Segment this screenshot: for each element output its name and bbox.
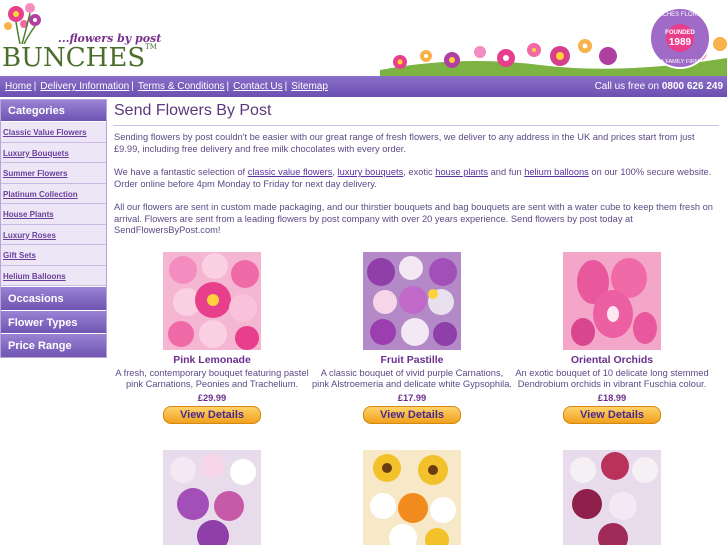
product-price: £18.99 <box>597 392 627 403</box>
selection-paragraph: We have a fantastic selection of classic… <box>114 167 714 190</box>
top-nav-bar: Home | Delivery Information | Terms & Cond… <box>0 76 727 97</box>
sidebar-item-helium-balloons[interactable]: Helium Balloons <box>1 265 106 286</box>
sidebar-flower-types[interactable]: Flower Types <box>1 309 106 333</box>
product-description: A classic bouquet of vivid purple Carnat… <box>312 368 512 390</box>
sidebar-item-platinum-collection[interactable]: Platinum Collection <box>1 183 106 204</box>
site-header: ...flowers by post BUNCHESTM BUNCHES FLO… <box>0 0 727 76</box>
sidebar-item-gift-sets[interactable]: Gift Sets <box>1 245 106 266</box>
product-image-row2-3[interactable] <box>563 450 661 545</box>
badge-year-text: 1989 <box>669 37 692 48</box>
helium-balloons-link[interactable]: helium balloons <box>524 167 589 177</box>
selection-text-1: We have a fantastic selection of <box>114 167 248 177</box>
brand-logo[interactable]: BUNCHESTM <box>2 43 157 73</box>
nav-terms-link[interactable]: Terms & Conditions <box>138 81 225 92</box>
sidebar-occasions[interactable]: Occasions <box>1 286 106 310</box>
brand-trademark: TM <box>145 43 157 51</box>
pink-lemonade-image[interactable] <box>163 252 261 350</box>
badge-top-text: BUNCHES FLORISTS <box>650 12 710 18</box>
product-description: An exotic bouquet of 10 delicate long st… <box>515 368 709 390</box>
nav-home-link[interactable]: Home <box>5 81 32 92</box>
phone-number: 0800 626 249 <box>661 81 723 92</box>
nav-links: Home | Delivery Information | Terms & Cond… <box>5 81 328 92</box>
sidebar-item-luxury-bouquets[interactable]: Luxury Bouquets <box>1 142 106 163</box>
product-price: £17.99 <box>397 392 427 403</box>
product-price: £29.99 <box>197 392 227 403</box>
product-image-row2-1[interactable] <box>163 450 261 545</box>
product-description: A fresh, contemporary bouquet featuring … <box>115 368 309 390</box>
sidebar-categories-heading[interactable]: Categories <box>1 100 106 122</box>
sidebar-item-summer-flowers[interactable]: Summer Flowers <box>1 163 106 184</box>
selection-text-4: and fun <box>488 167 525 177</box>
nav-contact-link[interactable]: Contact Us <box>233 81 282 92</box>
packaging-paragraph: All our flowers are sent in custom made … <box>114 202 713 235</box>
product-name[interactable]: Oriental Orchids <box>512 354 712 366</box>
oriental-orchids-image[interactable] <box>563 252 661 350</box>
view-details-button[interactable]: View Details <box>363 405 461 424</box>
product-card-pink-lemonade: Pink Lemonade A fresh, contemporary bouq… <box>112 252 312 424</box>
intro-paragraph: Sending flowers by post couldn't be easi… <box>114 132 695 154</box>
sidebar: Categories Classic Value Flowers Luxury … <box>0 99 107 358</box>
fruit-pastille-image[interactable] <box>363 252 461 350</box>
title-divider <box>113 125 719 126</box>
page-title: Send Flowers By Post <box>114 102 272 119</box>
call-prefix: Call us free on <box>594 81 660 92</box>
sidebar-item-classic-value-flowers[interactable]: Classic Value Flowers <box>1 122 106 143</box>
product-name[interactable]: Fruit Pastille <box>312 354 512 366</box>
view-details-button[interactable]: View Details <box>563 405 661 424</box>
luxury-bouquets-link[interactable]: luxury bouquets <box>338 167 404 177</box>
sidebar-price-range[interactable]: Price Range <box>1 333 106 357</box>
sidebar-item-house-plants[interactable]: House Plants <box>1 204 106 225</box>
call-us-text: Call us free on 0800 626 249 <box>595 81 723 92</box>
nav-delivery-link[interactable]: Delivery Information <box>40 81 129 92</box>
sidebar-item-luxury-roses[interactable]: Luxury Roses <box>1 224 106 245</box>
main-content: Send Flowers By Post Sending flowers by … <box>113 102 722 249</box>
house-plants-link[interactable]: house plants <box>435 167 488 177</box>
product-card-oriental-orchids: Oriental Orchids An exotic bouquet of 10… <box>512 252 712 424</box>
product-card-fruit-pastille: Fruit Pastille A classic bouquet of vivi… <box>312 252 512 424</box>
badge-mid-text: FOUNDED <box>665 30 695 36</box>
classic-value-flowers-link[interactable]: classic value flowers <box>248 167 333 177</box>
brand-name: BUNCHES <box>2 43 146 73</box>
product-name[interactable]: Pink Lemonade <box>112 354 312 366</box>
view-details-button[interactable]: View Details <box>163 405 261 424</box>
nav-sitemap-link[interactable]: Sitemap <box>291 81 328 92</box>
badge-bottom-text: A FAMILY FIRM <box>661 59 700 65</box>
product-image-row2-2[interactable] <box>363 450 461 545</box>
selection-text-3: , exotic <box>403 167 436 177</box>
header-flower-decoration: BUNCHES FLORISTS FOUNDED 1989 A FAMILY F… <box>380 7 727 76</box>
